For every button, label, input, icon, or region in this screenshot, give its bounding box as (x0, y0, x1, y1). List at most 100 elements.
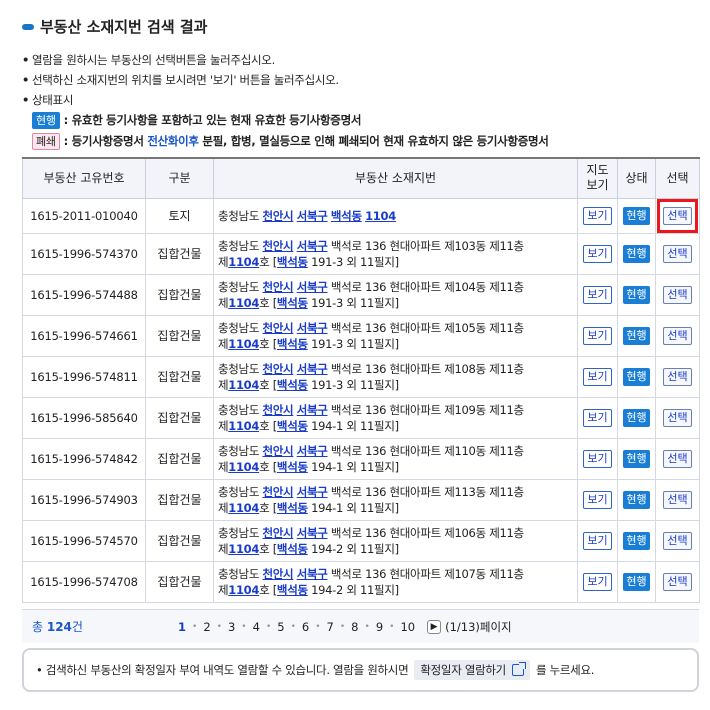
table-header-row: 부동산 고유번호 구분 부동산 소재지번 지도 보기 상태 선택 (22, 157, 700, 199)
address-link-city[interactable]: 천안시 (262, 567, 293, 581)
map-cell: 보기 (577, 273, 618, 316)
address-link-city[interactable]: 천안시 (262, 485, 293, 499)
address-link-gu[interactable]: 서북구 (297, 280, 328, 294)
address-link-ho[interactable]: 1104 (228, 583, 259, 597)
select-button[interactable]: 선택 (663, 449, 692, 468)
address-link-dong[interactable]: 백석동 (277, 501, 308, 515)
map-view-button[interactable]: 보기 (583, 326, 612, 345)
map-view-button[interactable]: 보기 (583, 572, 612, 591)
status-cell: 현행 (617, 437, 656, 480)
address-link-ho[interactable]: 1104 (228, 296, 259, 310)
map-view-button[interactable]: 보기 (583, 367, 612, 386)
select-cell: 선택 (655, 355, 700, 398)
page-link-8[interactable]: 8 (345, 610, 364, 644)
info-text-end: 를 누르세요. (535, 663, 595, 677)
address-link-ho[interactable]: 1104 (228, 337, 259, 351)
address-link-gu[interactable]: 서북구 (297, 403, 328, 417)
address-link-ho[interactable]: 1104 (228, 378, 259, 392)
select-button[interactable]: 선택 (663, 490, 692, 509)
address-link-jibun[interactable]: 1104 (365, 209, 396, 223)
property-address: 충청남도 천안시 서북구 백석로 136 현대아파트 제106동 제11층 제11… (213, 519, 578, 562)
select-button[interactable]: 선택 (663, 285, 692, 304)
address-link-ho[interactable]: 1104 (228, 419, 259, 433)
address-link-city[interactable]: 천안시 (262, 209, 293, 223)
page-link-9[interactable]: 9 (370, 610, 389, 644)
select-cell: 선택 (655, 396, 700, 439)
address-link-city[interactable]: 천안시 (262, 403, 293, 417)
page-link-4[interactable]: 4 (247, 610, 266, 644)
select-button[interactable]: 선택 (663, 326, 692, 345)
status-badge: 현행 (623, 244, 650, 263)
property-number: 1615-1996-574570 (22, 519, 146, 562)
page-link-5[interactable]: 5 (271, 610, 290, 644)
address-link-dong[interactable]: 백석동 (277, 583, 308, 597)
select-cell: 선택 (655, 232, 700, 275)
property-type: 집합건물 (145, 396, 214, 439)
address-link-ho[interactable]: 1104 (228, 255, 259, 269)
select-button[interactable]: 선택 (663, 206, 692, 225)
page-link-3[interactable]: 3 (222, 610, 241, 644)
address-link-gu[interactable]: 서북구 (297, 485, 328, 499)
address-link-dong[interactable]: 백석동 (331, 209, 362, 223)
address-link-city[interactable]: 천안시 (262, 321, 293, 335)
map-cell: 보기 (577, 197, 618, 234)
address-link-gu[interactable]: 서북구 (297, 526, 328, 540)
property-number: 1615-1996-574370 (22, 232, 146, 275)
address-link-city[interactable]: 천안시 (262, 280, 293, 294)
page-link-2[interactable]: 2 (197, 610, 216, 644)
map-view-button[interactable]: 보기 (583, 449, 612, 468)
address-link-dong[interactable]: 백석동 (277, 255, 308, 269)
select-cell: 선택 (655, 273, 700, 316)
address-link-gu[interactable]: 서북구 (297, 321, 328, 335)
map-view-button[interactable]: 보기 (583, 531, 612, 550)
address-link-city[interactable]: 천안시 (262, 239, 293, 253)
property-type: 집합건물 (145, 519, 214, 562)
map-view-button[interactable]: 보기 (583, 285, 612, 304)
address-link-ho[interactable]: 1104 (228, 460, 259, 474)
map-view-button[interactable]: 보기 (583, 206, 612, 225)
map-view-button[interactable]: 보기 (583, 408, 612, 427)
status-badge: 현행 (623, 572, 650, 591)
address-link-gu[interactable]: 서북구 (297, 209, 328, 223)
property-number: 1615-1996-574842 (22, 437, 146, 480)
address-link-dong[interactable]: 백석동 (277, 460, 308, 474)
select-cell: 선택 (655, 519, 700, 562)
select-button[interactable]: 선택 (663, 244, 692, 263)
legend-closed: 폐쇄 : 등기사항증명서 전산화이후 분필, 합병, 멸실등으로 인해 폐쇄되어… (22, 131, 702, 152)
note-item: • 상태표시 (22, 90, 702, 110)
address-link-gu[interactable]: 서북구 (297, 239, 328, 253)
address-link-dong[interactable]: 백석동 (277, 296, 308, 310)
address-link-gu[interactable]: 서북구 (297, 567, 328, 581)
map-view-button[interactable]: 보기 (583, 244, 612, 263)
address-link-city[interactable]: 천안시 (262, 362, 293, 376)
address-link-dong[interactable]: 백석동 (277, 542, 308, 556)
view-fixed-date-button[interactable]: 확정일자 열람하기 (414, 660, 530, 680)
address-link-ho[interactable]: 1104 (228, 542, 259, 556)
select-button[interactable]: 선택 (663, 408, 692, 427)
status-badge: 현행 (623, 449, 650, 468)
pagination-bar: 총 124건 1 • 2 • 3 • 4 • 5 • 6 • 7 • 8 • 9 • 10 ▶ (… (22, 609, 699, 643)
address-link-ho[interactable]: 1104 (228, 501, 259, 515)
table-row: 1615-1996-574370 집합건물 충청남도 천안시 서북구 백석로 1… (22, 232, 700, 275)
address-link-dong[interactable]: 백석동 (277, 378, 308, 392)
page-link-10[interactable]: 10 (394, 610, 421, 644)
property-address: 충청남도 천안시 서북구 백석로 136 현대아파트 제108동 제11층 제11… (213, 355, 578, 398)
map-view-button[interactable]: 보기 (583, 490, 612, 509)
address-link-dong[interactable]: 백석동 (277, 419, 308, 433)
page-info: (1/13)페이지 (445, 620, 512, 634)
address-link-city[interactable]: 천안시 (262, 444, 293, 458)
address-link-dong[interactable]: 백석동 (277, 337, 308, 351)
select-cell: 선택 (655, 437, 700, 480)
select-button[interactable]: 선택 (663, 531, 692, 550)
address-link-gu[interactable]: 서북구 (297, 362, 328, 376)
select-button[interactable]: 선택 (663, 367, 692, 386)
chevron-right-icon[interactable]: ▶ (427, 620, 442, 634)
page-link-6[interactable]: 6 (296, 610, 315, 644)
address-link-city[interactable]: 천안시 (262, 526, 293, 540)
status-badge: 현행 (623, 367, 650, 386)
status-cell: 현행 (617, 519, 656, 562)
address-link-gu[interactable]: 서북구 (297, 444, 328, 458)
page-link-7[interactable]: 7 (321, 610, 340, 644)
page-link-1[interactable]: 1 (172, 610, 192, 644)
select-button[interactable]: 선택 (663, 572, 692, 591)
